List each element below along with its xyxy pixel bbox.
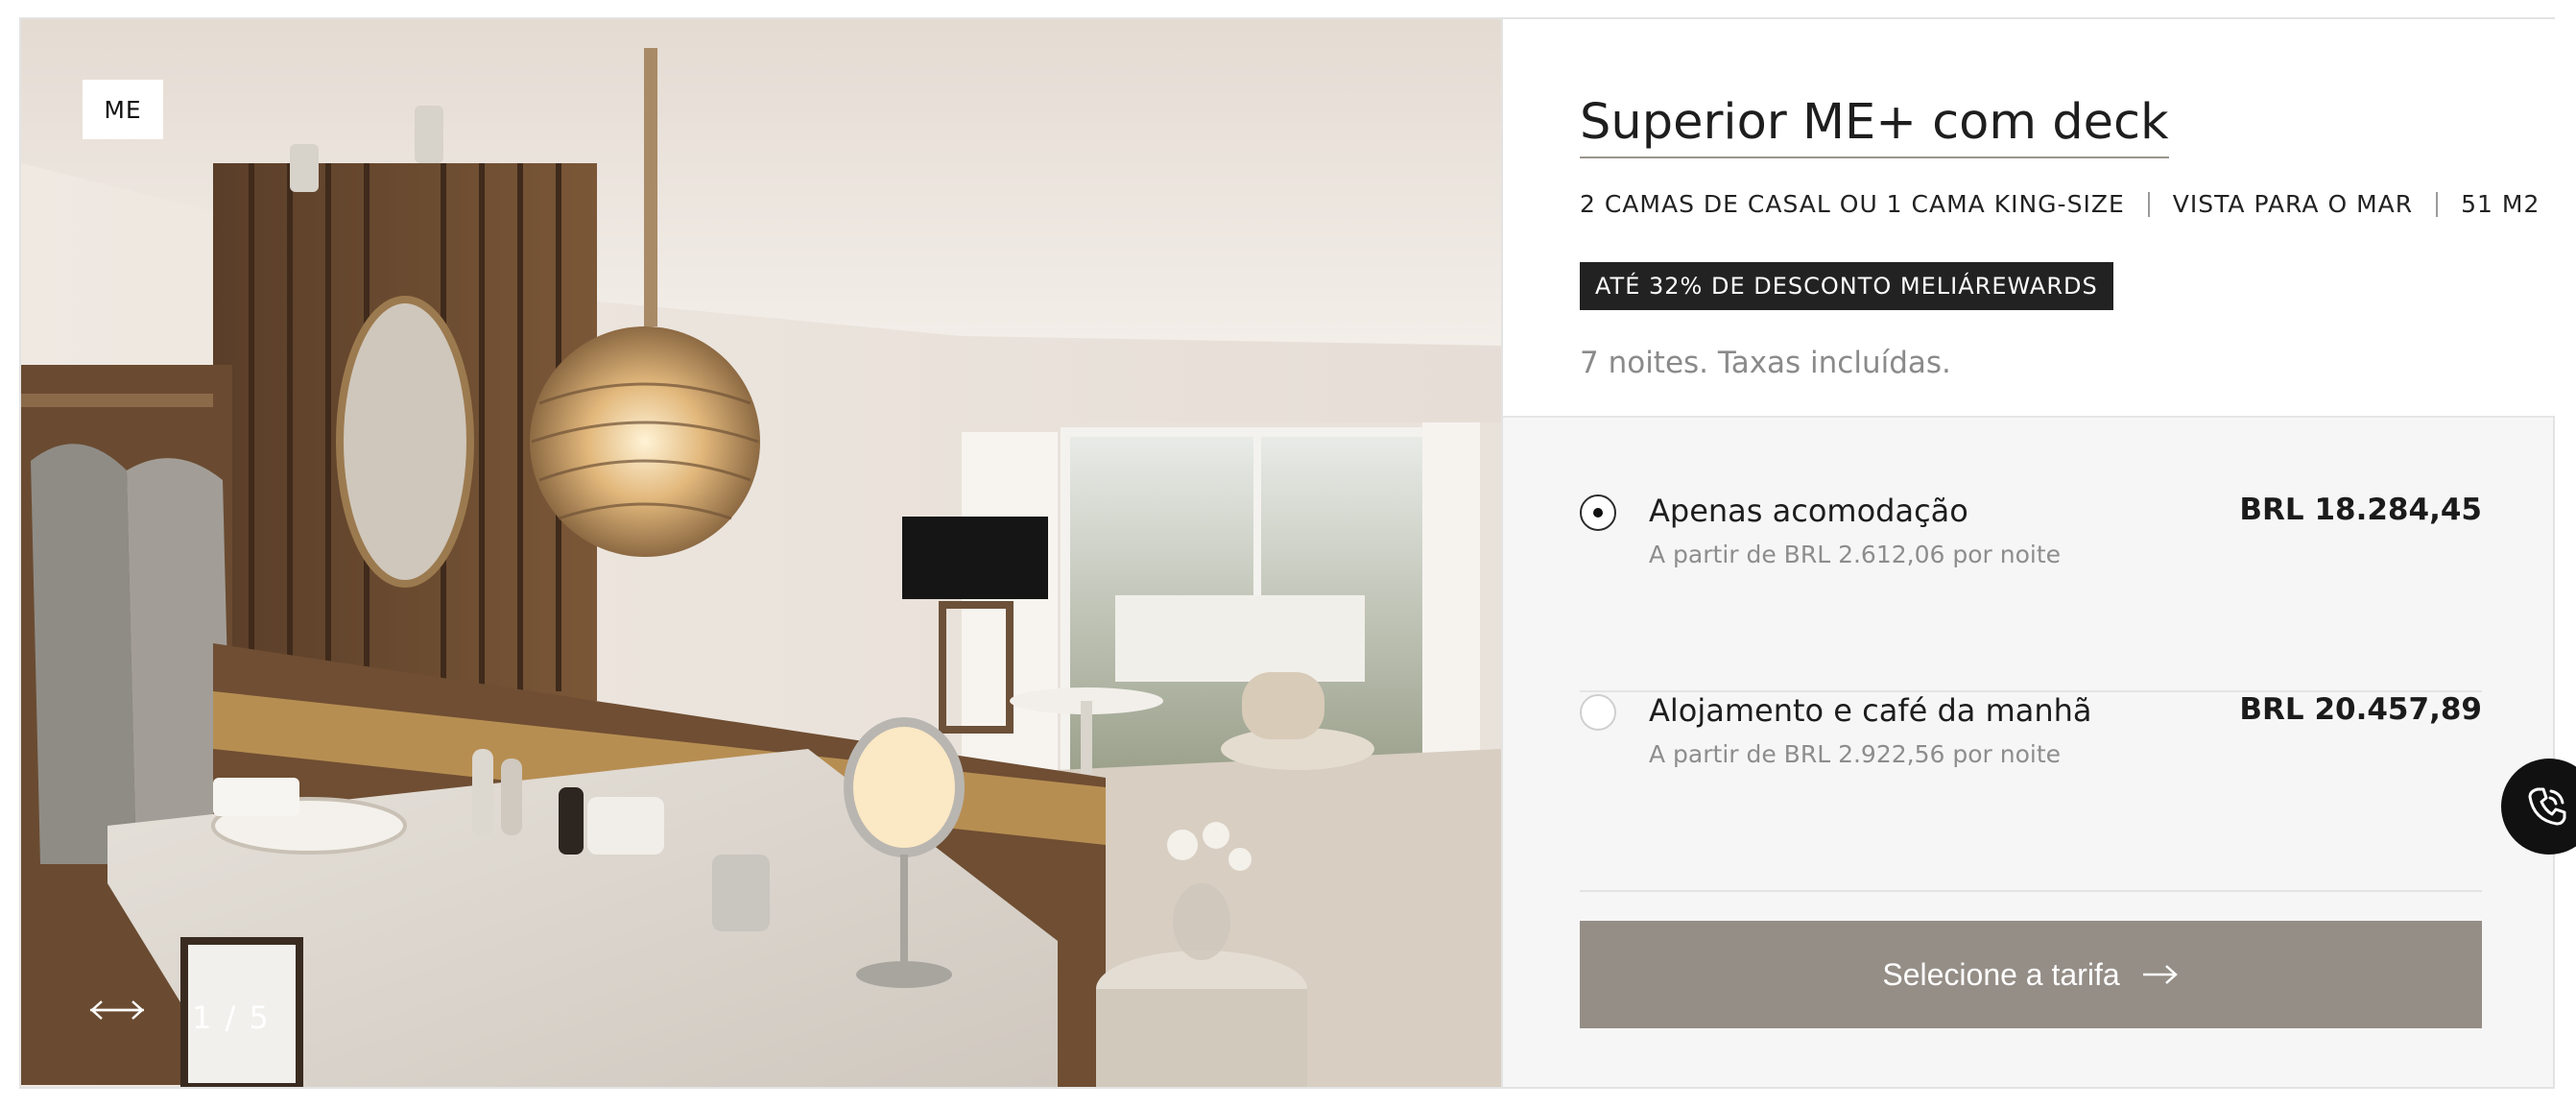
feature-divider — [2147, 191, 2150, 217]
discount-badge: ATÉ 32% DE DESCONTO MELIÁREWARDS — [1580, 262, 2113, 310]
feature-beds: 2 CAMAS DE CASAL OU 1 CAMA KING-SIZE — [1580, 190, 2125, 218]
arrow-right-icon — [2141, 963, 2180, 986]
radio-dot — [1593, 508, 1603, 518]
rate-nightly-price: A partir de BRL 2.612,06 por noite — [1649, 541, 2062, 568]
rate-total-price: BRL 18.284,45 — [2239, 493, 2482, 527]
select-rate-button[interactable]: Selecione a tarifa — [1580, 921, 2482, 1028]
arrow-right-icon — [90, 1000, 144, 1020]
rate-radio-selected[interactable] — [1580, 494, 1616, 531]
select-rate-label: Selecione a tarifa — [1882, 956, 2120, 992]
feature-size: 51 M2 — [2461, 190, 2540, 218]
gallery-navigation: 1 / 5 — [88, 999, 374, 1037]
rate-name: Apenas acomodação — [1649, 493, 1968, 529]
feature-view: VISTA PARA O MAR — [2172, 190, 2414, 218]
room-photo-illustration — [21, 19, 1501, 1087]
rate-total-price: BRL 20.457,89 — [2239, 692, 2482, 727]
rate-options: Apenas acomodação A partir de BRL 2.612,… — [1501, 416, 2553, 1087]
rate-option-room-only[interactable]: Apenas acomodação A partir de BRL 2.612,… — [1580, 493, 2482, 692]
brand-badge: ME — [83, 80, 163, 139]
gallery-counter: 1 / 5 — [192, 1000, 271, 1036]
rate-name: Alojamento e café da manhã — [1649, 692, 2092, 729]
room-info-panel: Superior ME+ com deck 2 CAMAS DE CASAL O… — [1501, 19, 2555, 1087]
stay-info: 7 noites. Taxas incluídas. — [1580, 346, 1951, 380]
room-summary: Superior ME+ com deck 2 CAMAS DE CASAL O… — [1501, 19, 2555, 416]
room-photo: ME 1 / 5 — [21, 19, 1501, 1087]
rate-nightly-price: A partir de BRL 2.922,56 por noite — [1649, 740, 2062, 768]
feature-divider — [2436, 191, 2439, 217]
phone-icon — [2528, 787, 2566, 826]
room-card: ME 1 / 5 Superior ME+ com deck 2 CAMAS D… — [19, 17, 2555, 1089]
rate-option-breakfast[interactable]: Alojamento e café da manhã A partir de B… — [1580, 692, 2482, 892]
gallery-next-button[interactable] — [90, 999, 374, 1037]
room-title[interactable]: Superior ME+ com deck — [1580, 94, 2169, 158]
rate-radio-unselected[interactable] — [1580, 694, 1616, 731]
room-features: 2 CAMAS DE CASAL OU 1 CAMA KING-SIZE VIS… — [1580, 190, 2540, 218]
